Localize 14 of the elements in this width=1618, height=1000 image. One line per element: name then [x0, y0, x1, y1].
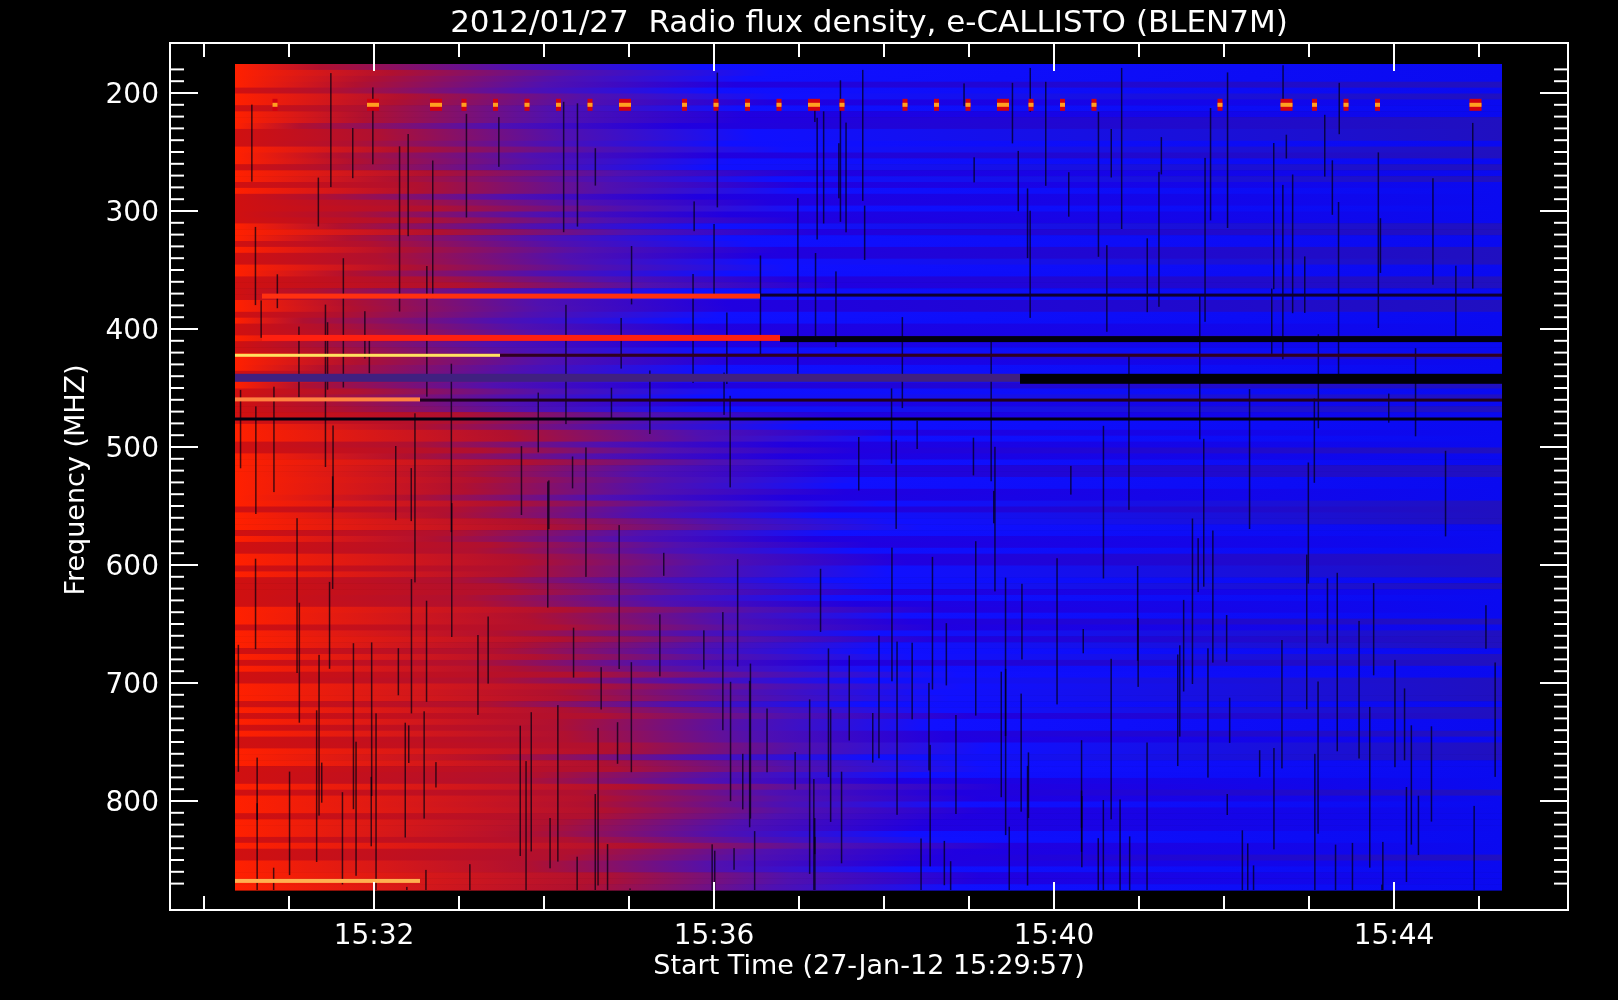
- tick-label: 400: [105, 313, 159, 346]
- tick-label: 15:40: [1013, 918, 1095, 951]
- axis-label: Start Time (27-Jan-12 15:29:57): [653, 949, 1085, 980]
- tick-label: 700: [105, 667, 159, 700]
- tick-label: 300: [105, 195, 159, 228]
- tick-label: 500: [105, 431, 159, 464]
- tick-label: 15:36: [673, 918, 755, 951]
- axis-label: Frequency (MHZ): [59, 364, 90, 596]
- tick-label: 800: [105, 785, 159, 818]
- tick-label: 15:32: [333, 918, 415, 951]
- tick-label: 15:44: [1353, 918, 1435, 951]
- tick-label: 200: [105, 77, 159, 110]
- tick-label: 600: [105, 549, 159, 582]
- plot-title: 2012/01/27 Radio flux density, e-CALLISTO (BLEN7M): [450, 3, 1288, 39]
